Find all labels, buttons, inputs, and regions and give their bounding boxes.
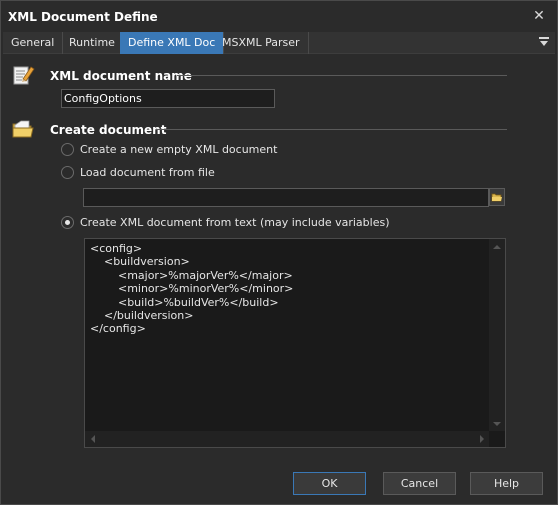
dialog-window: XML Document Define ✕ General Runtime De… [0,0,558,505]
tab-bar: General Runtime Define XML Doc MSXML Par… [3,32,555,54]
tab-define-xml-doc[interactable]: Define XML Doc [120,32,225,54]
code-line: <buildversion> [90,255,190,269]
radio-label: Create XML document from text (may inclu… [80,216,390,229]
scroll-left-icon[interactable] [91,435,95,443]
help-button[interactable]: Help [470,472,543,495]
radio-label: Create a new empty XML document [80,143,278,156]
section-divider [156,129,507,130]
code-line: <minor>%minorVer%</minor> [90,282,294,296]
scroll-down-icon[interactable] [493,422,501,426]
vertical-scrollbar[interactable] [489,239,505,432]
browse-button[interactable] [489,188,505,206]
title-bar[interactable]: XML Document Define ✕ [1,1,557,32]
code-line: </buildversion> [90,308,194,322]
radio-label: Load document from file [80,166,215,179]
radio-create-empty[interactable]: Create a new empty XML document [61,142,361,158]
tab-general[interactable]: General [3,32,64,54]
radio-button[interactable] [61,166,74,179]
tab-msxml-parser[interactable]: MSXML Parser [214,32,309,54]
edit-document-icon [13,66,35,85]
xml-name-input[interactable]: ConfigOptions [61,89,275,108]
close-icon[interactable]: ✕ [531,8,547,24]
scroll-up-icon[interactable] [493,245,501,249]
section-divider [177,75,507,76]
radio-create-from-text[interactable]: Create XML document from text (may inclu… [61,215,421,231]
window-title: XML Document Define [8,10,158,24]
horizontal-scrollbar[interactable] [85,431,490,447]
folder-open-icon [491,193,502,202]
tab-runtime[interactable]: Runtime [61,32,124,54]
xml-text-editor[interactable]: <config> <buildversion> <major>%majorVer… [84,238,506,448]
xml-name-label: XML document name [50,69,192,83]
file-path-input[interactable] [83,188,489,207]
cancel-button[interactable]: Cancel [383,472,456,495]
code-line: </config> [90,322,146,336]
ok-button[interactable]: OK [293,472,366,495]
radio-button[interactable] [61,216,74,229]
radio-load-from-file[interactable]: Load document from file [61,165,361,181]
tab-menu-chevron-icon[interactable] [539,37,549,47]
code-line: <config> [90,242,143,255]
create-document-label: Create document [50,123,167,137]
radio-button[interactable] [61,143,74,156]
code-area[interactable]: <config> <buildversion> <major>%majorVer… [85,239,490,432]
code-line: <build>%buildVer%</build> [90,295,279,309]
scroll-corner [489,431,505,447]
code-line: <major>%majorVer%</major> [90,268,293,282]
scroll-right-icon[interactable] [480,435,484,443]
folder-icon [12,120,34,138]
